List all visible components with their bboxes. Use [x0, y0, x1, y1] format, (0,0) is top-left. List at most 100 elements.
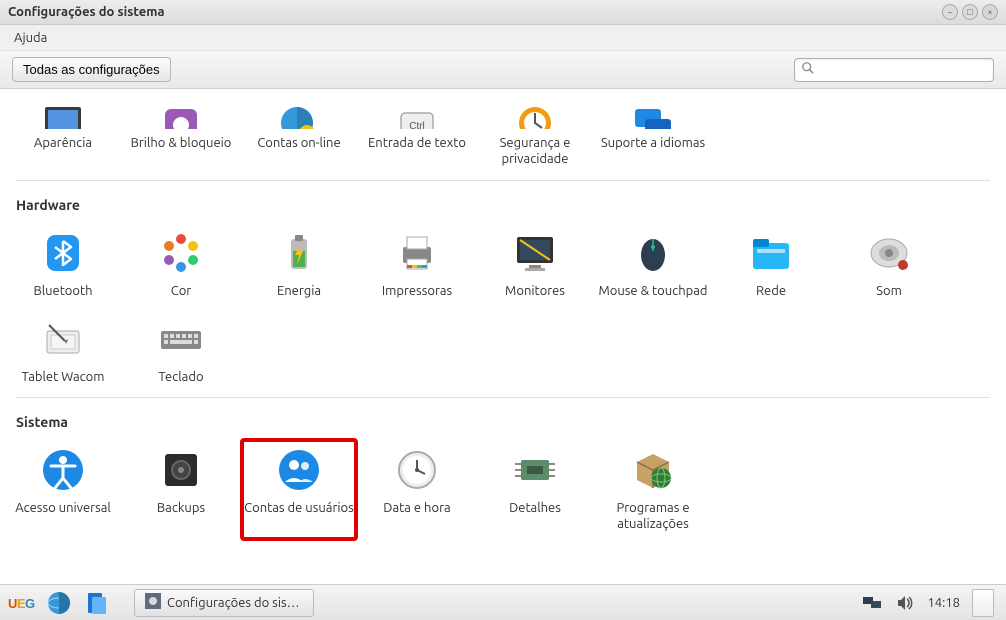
- search-box[interactable]: [794, 58, 994, 82]
- item-label: Energia: [244, 283, 354, 299]
- search-icon: [801, 61, 819, 78]
- color-icon: [157, 229, 205, 277]
- brightness-icon: [157, 101, 205, 129]
- section-personal-grid: Aparência Brilho & bloqueio Contas on-li…: [0, 89, 1006, 176]
- keyboard-icon: [157, 315, 205, 363]
- clock-icon: [393, 446, 441, 494]
- safe-icon: [157, 446, 205, 494]
- item-label: Suporte a idiomas: [598, 135, 708, 151]
- content-area: Aparência Brilho & bloqueio Contas on-li…: [0, 89, 1006, 584]
- item-text-entry[interactable]: Ctrl Entrada de texto: [358, 93, 476, 176]
- monitor-icon: [39, 101, 87, 129]
- item-label: Contas on-line: [244, 135, 354, 151]
- shield-icon: [511, 101, 559, 129]
- window-controls: − □ ×: [942, 4, 998, 20]
- users-icon: [275, 446, 323, 494]
- item-color[interactable]: Cor: [122, 221, 240, 307]
- item-label: Rede: [716, 283, 826, 299]
- item-label: Som: [834, 283, 944, 299]
- item-label: Aparência: [8, 135, 118, 151]
- item-label: Impressoras: [362, 283, 472, 299]
- battery-icon: [275, 229, 323, 277]
- svg-text:G: G: [25, 596, 35, 611]
- item-keyboard[interactable]: Teclado: [122, 307, 240, 393]
- item-wacom[interactable]: Tablet Wacom: [4, 307, 122, 393]
- monitors-icon: [511, 229, 559, 277]
- window-title: Configurações do sistema: [8, 5, 165, 19]
- item-bluetooth[interactable]: Bluetooth: [4, 221, 122, 307]
- task-label: Configurações do sis…: [167, 596, 300, 610]
- package-globe-icon: [629, 446, 677, 494]
- item-label: Bluetooth: [8, 283, 118, 299]
- svg-text:U: U: [8, 596, 17, 611]
- item-label: Teclado: [126, 369, 236, 385]
- show-desktop-button[interactable]: [972, 589, 994, 617]
- panel-clock[interactable]: 14:18: [927, 596, 960, 610]
- item-label: Segurança e privacidade: [480, 135, 590, 168]
- item-label: Mouse & touchpad: [598, 283, 708, 299]
- item-network[interactable]: Rede: [712, 221, 830, 307]
- settings-small-icon: [145, 593, 161, 612]
- item-online-accounts[interactable]: Contas on-line: [240, 93, 358, 176]
- item-updates[interactable]: Programas e atualizações: [594, 438, 712, 541]
- mouse-icon: [629, 229, 677, 277]
- globe-key-icon: [275, 101, 323, 129]
- svg-text:Ctrl: Ctrl: [409, 121, 425, 129]
- all-settings-button[interactable]: Todas as configurações: [12, 57, 171, 82]
- item-label: Contas de usuários: [244, 500, 354, 516]
- accessibility-icon: [39, 446, 87, 494]
- speaker-icon: [865, 229, 913, 277]
- minimize-button[interactable]: −: [942, 4, 958, 20]
- ctrl-key-icon: Ctrl: [393, 101, 441, 129]
- item-label: Monitores: [480, 283, 590, 299]
- volume-tray-icon[interactable]: [895, 593, 915, 613]
- toolbar: Todas as configurações: [0, 51, 1006, 89]
- item-label: Brilho & bloqueio: [126, 135, 236, 151]
- item-language[interactable]: Suporte a idiomas: [594, 93, 712, 176]
- panel: UEG Configurações do sis… 14:18: [0, 584, 1006, 620]
- bluetooth-icon: [39, 229, 87, 277]
- section-system-header: Sistema: [0, 398, 1006, 434]
- item-datetime[interactable]: Data e hora: [358, 438, 476, 541]
- item-backups[interactable]: Backups: [122, 438, 240, 541]
- search-input[interactable]: [819, 63, 987, 77]
- close-button[interactable]: ×: [982, 4, 998, 20]
- item-security[interactable]: Segurança e privacidade: [476, 93, 594, 176]
- section-hardware-grid: Bluetooth Cor Energia Impressoras Monito…: [0, 217, 1006, 394]
- item-label: Data e hora: [362, 500, 472, 516]
- printer-icon: [393, 229, 441, 277]
- item-label: Detalhes: [480, 500, 590, 516]
- section-system-grid: Acesso universal Backups Contas de usuár…: [0, 434, 1006, 541]
- section-hardware-header: Hardware: [0, 181, 1006, 217]
- item-appearance[interactable]: Aparência: [4, 93, 122, 176]
- item-monitors[interactable]: Monitores: [476, 221, 594, 307]
- menu-help[interactable]: Ajuda: [6, 27, 55, 49]
- item-brightness[interactable]: Brilho & bloqueio: [122, 93, 240, 176]
- chat-icon: [629, 101, 677, 129]
- titlebar: Configurações do sistema − □ ×: [0, 0, 1006, 25]
- item-label: Tablet Wacom: [8, 369, 118, 385]
- item-label: Backups: [126, 500, 236, 516]
- network-tray-icon[interactable]: [863, 593, 883, 613]
- system-tray: 14:18: [855, 589, 1002, 617]
- launcher-files[interactable]: [80, 588, 114, 618]
- launcher-menu[interactable]: UEG: [4, 588, 38, 618]
- item-mouse[interactable]: Mouse & touchpad: [594, 221, 712, 307]
- maximize-button[interactable]: □: [962, 4, 978, 20]
- task-settings[interactable]: Configurações do sis…: [134, 589, 314, 617]
- launcher-browser[interactable]: [42, 588, 76, 618]
- folder-network-icon: [747, 229, 795, 277]
- item-energy[interactable]: Energia: [240, 221, 358, 307]
- item-details[interactable]: Detalhes: [476, 438, 594, 541]
- item-sound[interactable]: Som: [830, 221, 948, 307]
- item-label: Programas e atualizações: [598, 500, 708, 533]
- menubar: Ajuda: [0, 25, 1006, 51]
- item-label: Acesso universal: [8, 500, 118, 516]
- chip-icon: [511, 446, 559, 494]
- item-user-accounts[interactable]: Contas de usuários: [240, 438, 358, 541]
- item-printers[interactable]: Impressoras: [358, 221, 476, 307]
- tablet-icon: [39, 315, 87, 363]
- item-label: Entrada de texto: [362, 135, 472, 151]
- item-label: Cor: [126, 283, 236, 299]
- item-universal-access[interactable]: Acesso universal: [4, 438, 122, 541]
